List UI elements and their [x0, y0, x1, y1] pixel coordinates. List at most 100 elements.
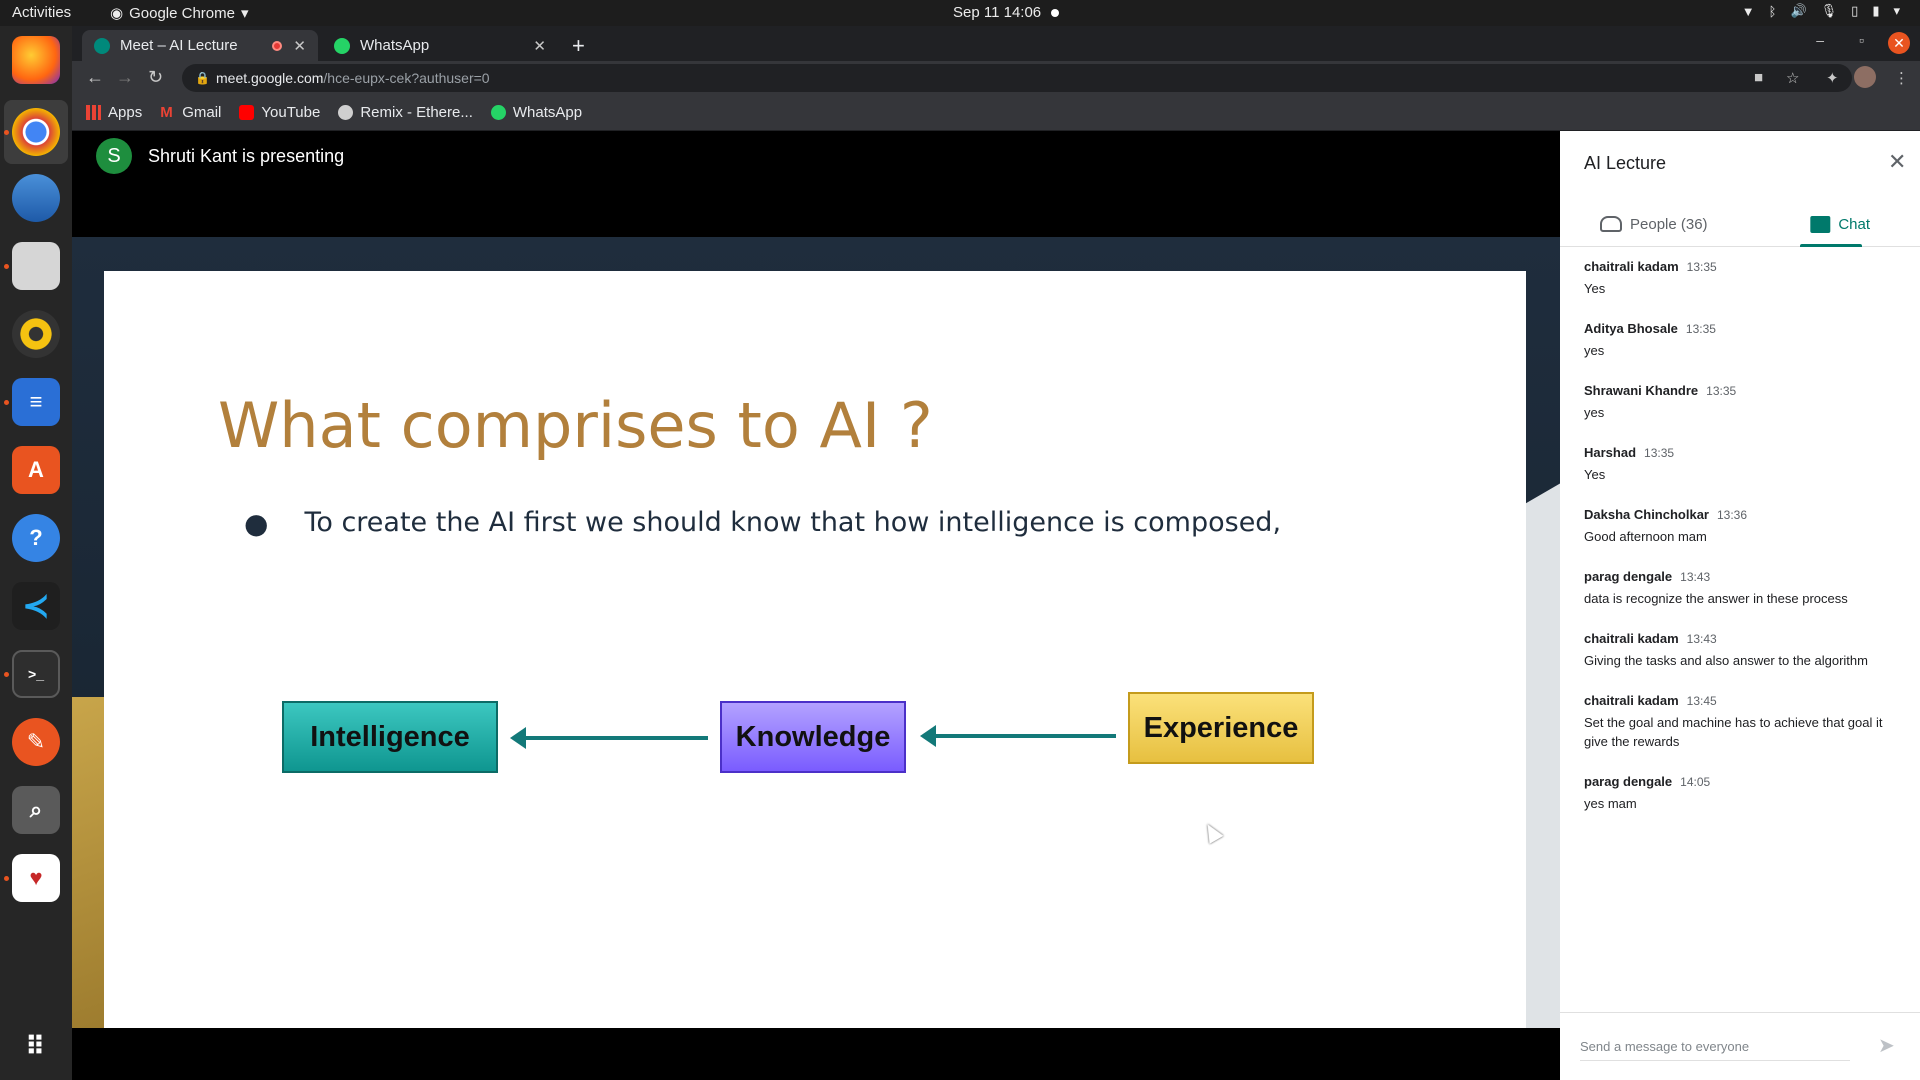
activities-button[interactable]: Activities [12, 4, 71, 21]
files-icon[interactable] [12, 242, 60, 290]
browser-tab-strip: Meet – AI Lecture ✕ WhatsApp ✕ + – ▫ ✕ [72, 26, 1920, 61]
close-tab-icon[interactable]: ✕ [533, 37, 546, 55]
search-tool-icon[interactable]: ⌕ [12, 786, 60, 834]
meet-favicon-icon [94, 37, 110, 54]
mouse-cursor-icon [1200, 820, 1224, 844]
app-menu[interactable]: ◉ Google Chrome ▾ [110, 4, 249, 23]
reload-icon[interactable]: ↻ [148, 67, 163, 88]
bluetooth-icon: ᛒ [1768, 3, 1777, 19]
presenter-label: Shruti Kant is presenting [148, 146, 345, 166]
tab-people[interactable]: People (36) [1600, 201, 1708, 247]
remix-icon [338, 105, 354, 120]
message-sender: Aditya Bhosale [1584, 321, 1678, 336]
message-sender: chaitrali kadam [1584, 693, 1679, 708]
bookmark-remix[interactable]: Remix - Ethere... [338, 104, 473, 121]
browser-toolbar: ← → ↻ 🔒 meet.google.com/hce-eupx-cek?aut… [72, 61, 1920, 95]
message-composer: ➤ [1560, 1012, 1920, 1080]
close-panel-icon[interactable]: ✕ [1888, 149, 1906, 175]
whatsapp-icon [490, 105, 506, 120]
minimize-icon[interactable]: – [1816, 32, 1824, 48]
rhythmbox-icon[interactable] [12, 310, 60, 358]
window-close-button[interactable]: ✕ [1888, 32, 1910, 54]
presenter-bar: S Shruti Kant is presenting [72, 131, 1560, 231]
url-path: /hce-eupx-cek?authuser=0 [323, 70, 490, 86]
message-time: 13:45 [1686, 694, 1717, 708]
message-text: Good afternoon mam [1584, 529, 1707, 544]
chrome-small-icon: ◉ [110, 5, 124, 22]
recording-icon [272, 40, 282, 51]
tab-meet[interactable]: Meet – AI Lecture ✕ [82, 30, 318, 61]
chrome-icon[interactable] [12, 108, 60, 156]
tab-chat[interactable]: Chat [1810, 201, 1870, 247]
tab-title: WhatsApp [360, 37, 430, 54]
system-tray[interactable]: ▼ ᛒ 🔊 🎙 ▯ ▮ ▾ [1742, 3, 1900, 19]
show-applications-icon[interactable]: ⠿ [12, 1022, 60, 1070]
slide-title: What comprises to AI ? [218, 389, 933, 462]
bookmark-gmail[interactable]: M Gmail [160, 104, 221, 121]
forward-icon[interactable]: → [116, 67, 134, 88]
message-sender: Harshad [1584, 445, 1637, 460]
bookmark-youtube[interactable]: YouTube [239, 104, 320, 121]
solitaire-icon[interactable]: ♥ [12, 854, 60, 902]
terminal-icon[interactable]: >_ [12, 650, 60, 698]
lock-icon: 🔒 [195, 71, 210, 85]
running-indicator [4, 400, 9, 405]
menu-icon[interactable]: ⋮ [1894, 69, 1909, 87]
help-icon[interactable]: ? [12, 514, 60, 562]
camera-icon[interactable]: ■ [1754, 69, 1763, 86]
chat-message: parag dengale 13:43 data is recognize the … [1584, 569, 1904, 608]
bookmark-apps[interactable]: Apps [86, 104, 142, 121]
thunderbird-icon[interactable] [12, 174, 60, 222]
panel-title: AI Lecture [1584, 153, 1667, 173]
drawing-icon[interactable]: ✎ [12, 718, 60, 766]
panel-tabs: People (36) Chat [1560, 201, 1920, 247]
running-indicator [4, 130, 9, 135]
extensions-icon[interactable]: ✦ [1826, 69, 1839, 87]
microphone-icon: 🎙 [1820, 3, 1838, 18]
url-host: meet.google.com [216, 70, 324, 86]
slide: What comprises to AI ? ● To create the A… [104, 271, 1526, 1028]
back-icon[interactable]: ← [86, 67, 104, 88]
bookmark-whatsapp[interactable]: WhatsApp [490, 104, 582, 121]
intelligence-box: Intelligence [282, 701, 498, 773]
bookmark-label: YouTube [261, 104, 321, 121]
bookmark-star-icon[interactable]: ☆ [1786, 69, 1799, 87]
message-time: 13:35 [1644, 446, 1675, 460]
address-bar[interactable]: 🔒 meet.google.com/hce-eupx-cek?authuser=… [182, 64, 1852, 92]
message-time: 14:05 [1680, 775, 1711, 789]
whatsapp-favicon-icon [334, 37, 350, 54]
message-text: yes [1584, 343, 1605, 358]
clock-text: Sep 11 14:06 [953, 4, 1042, 21]
profile-avatar[interactable] [1854, 66, 1876, 88]
meet-page: S Shruti Kant is presenting What compris… [72, 131, 1920, 1080]
tab-people-label: People (36) [1630, 215, 1708, 233]
app-menu-label: Google Chrome [129, 4, 235, 22]
close-tab-icon[interactable]: ✕ [293, 37, 306, 55]
message-sender: chaitrali kadam [1584, 259, 1679, 274]
dock: ≡ A ? ≺ >_ ✎ ⌕ ♥ ⠿ [0, 26, 72, 1080]
arrow-left-icon [920, 725, 1116, 747]
system-clock[interactable]: Sep 11 14:06 [953, 4, 1060, 21]
system-top-bar: Activities ◉ Google Chrome ▾ Sep 11 14:0… [0, 0, 1920, 26]
caret-down-icon: ▾ [240, 5, 249, 22]
firefox-icon[interactable] [12, 36, 60, 84]
running-indicator [4, 264, 9, 269]
message-sender: chaitrali kadam [1584, 631, 1679, 646]
chat-message-input[interactable] [1580, 1033, 1850, 1061]
message-time: 13:35 [1686, 260, 1717, 274]
gmail-icon: M [160, 104, 173, 121]
writer-icon[interactable]: ≡ [12, 378, 60, 426]
volume-icon: 🔊 [1790, 3, 1807, 18]
send-icon[interactable]: ➤ [1878, 1033, 1895, 1058]
message-time: 13:43 [1686, 632, 1717, 646]
new-tab-button[interactable]: + [572, 33, 585, 59]
message-text: Yes [1584, 467, 1606, 482]
wifi-icon: ▼ [1741, 3, 1755, 19]
software-center-icon[interactable]: A [12, 446, 60, 494]
vscode-icon[interactable]: ≺ [12, 582, 60, 630]
tab-whatsapp[interactable]: WhatsApp ✕ [322, 30, 558, 61]
chat-message: Shrawani Khandre 13:35 yes [1584, 383, 1904, 422]
message-text: data is recognize the answer in these pr… [1584, 591, 1848, 606]
running-indicator [4, 876, 9, 881]
restore-icon[interactable]: ▫ [1859, 32, 1864, 48]
